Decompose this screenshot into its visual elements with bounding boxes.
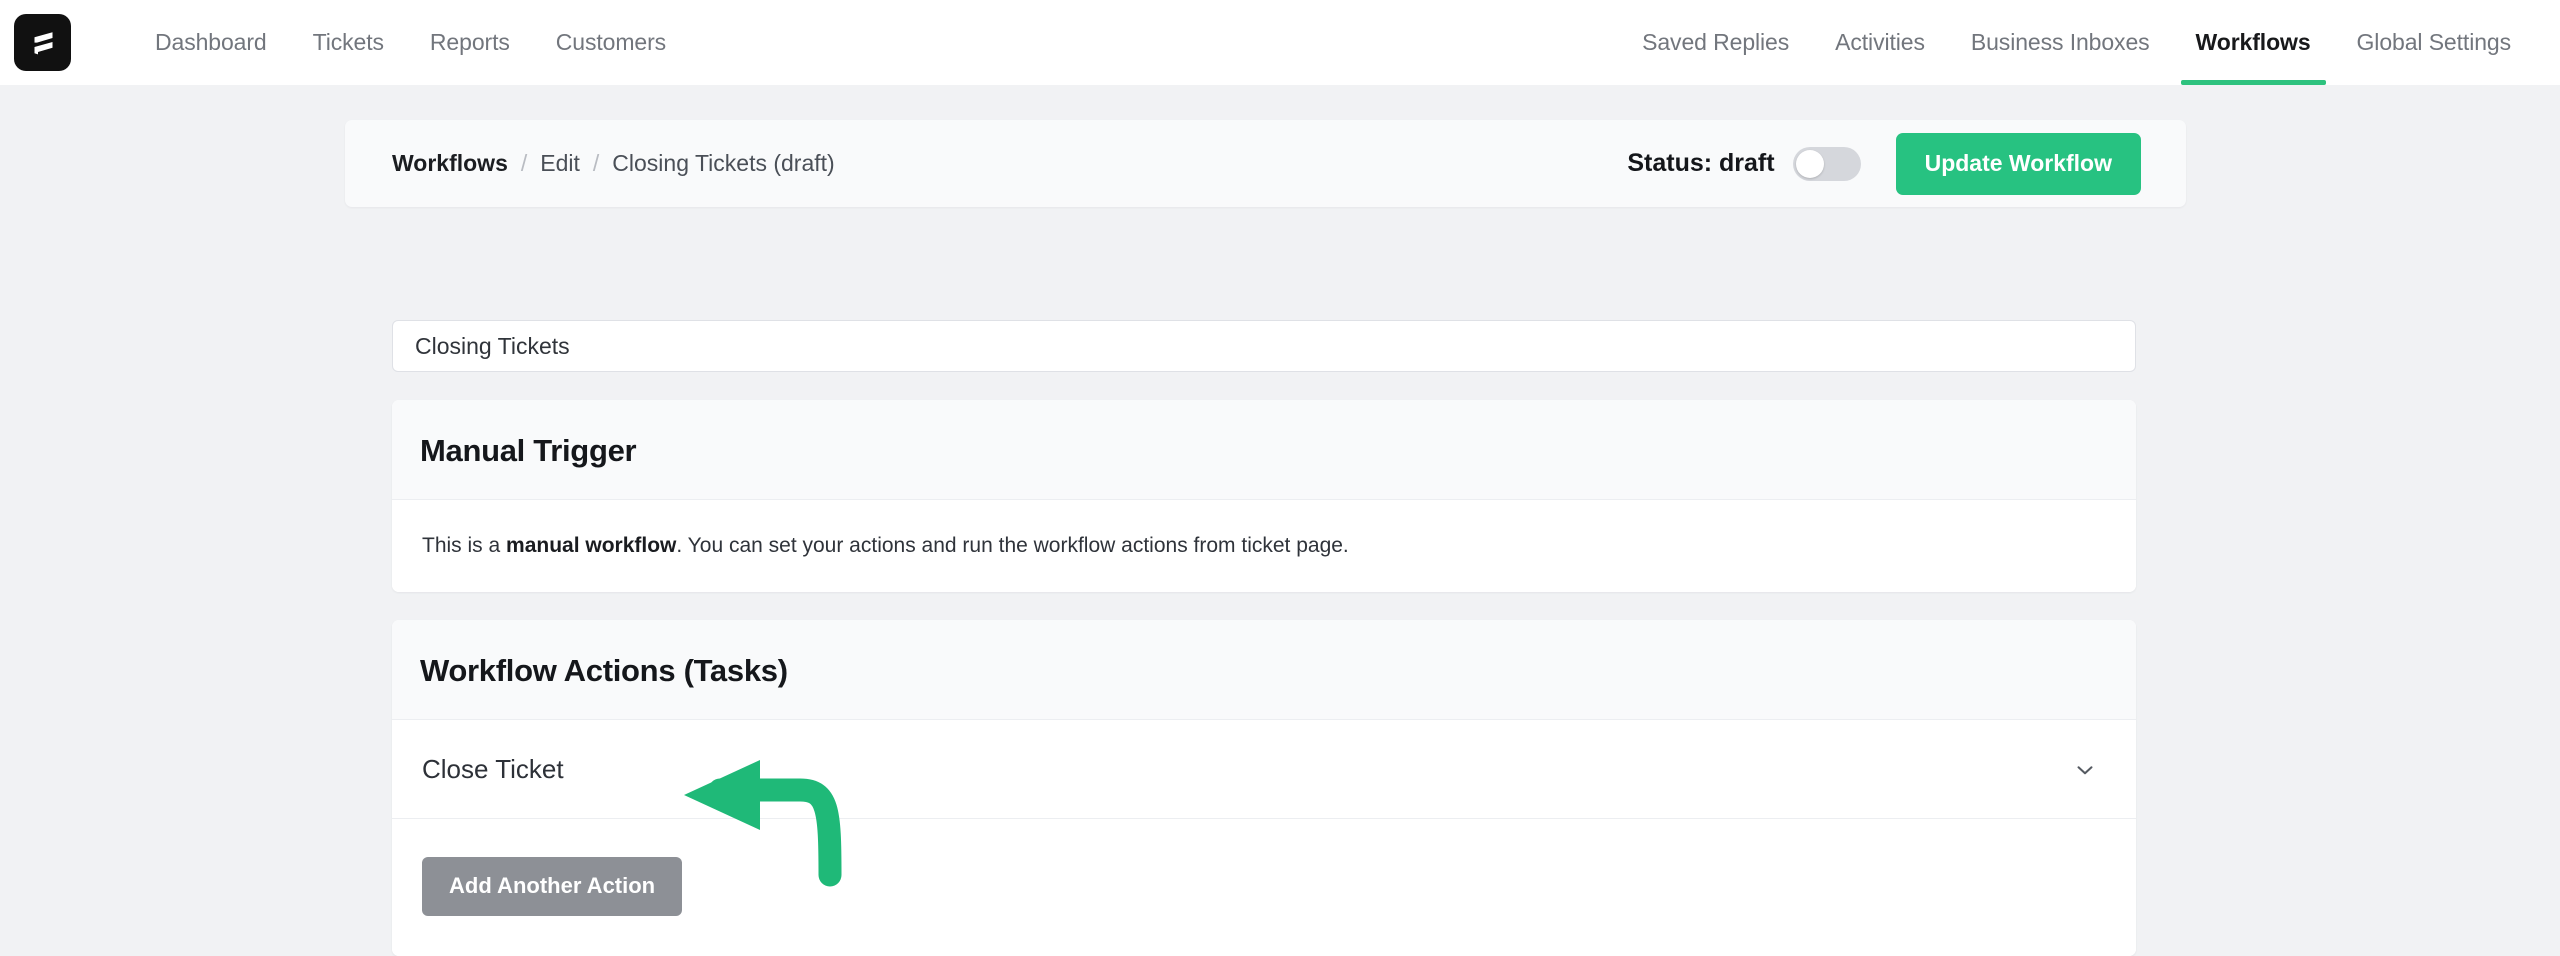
- nav-item-global-settings[interactable]: Global Settings: [2334, 0, 2534, 85]
- nav-label: Dashboard: [155, 29, 267, 55]
- page-content: Workflows / Edit / Closing Tickets (draf…: [0, 85, 2560, 956]
- nav-label: Customers: [555, 29, 667, 55]
- chevron-down-icon[interactable]: [2072, 757, 2098, 783]
- nav-label: Reports: [429, 29, 510, 55]
- workflow-actions-title: Workflow Actions (Tasks): [420, 653, 788, 688]
- primary-nav-group: Dashboard Tickets Reports Customers: [132, 0, 689, 85]
- workflow-actions-footer: Add Another Action: [392, 819, 2136, 956]
- manual-trigger-description: This is a manual workflow. You can set y…: [422, 530, 2106, 562]
- app-logo[interactable]: [14, 14, 71, 71]
- header-actions: Status: draft Update Workflow: [1627, 132, 2141, 195]
- workflow-header-bar: Workflows / Edit / Closing Tickets (draf…: [345, 120, 2186, 207]
- breadcrumb: Workflows / Edit / Closing Tickets (draf…: [392, 150, 835, 177]
- workflow-name-input[interactable]: [392, 320, 2136, 372]
- workflow-actions-card-header: Workflow Actions (Tasks): [392, 620, 2136, 720]
- description-emphasis: manual workflow: [506, 534, 677, 557]
- workflow-actions-card: Workflow Actions (Tasks) Close Ticket Ad…: [392, 620, 2136, 956]
- nav-item-business-inboxes[interactable]: Business Inboxes: [1948, 0, 2173, 85]
- breadcrumb-current: Closing Tickets (draft): [612, 150, 835, 176]
- add-another-action-button[interactable]: Add Another Action: [422, 857, 683, 916]
- nav-label: Business Inboxes: [1970, 29, 2150, 55]
- nav-item-workflows[interactable]: Workflows: [2173, 0, 2334, 85]
- breadcrumb-edit-link[interactable]: Edit: [540, 150, 580, 177]
- nav-item-tickets[interactable]: Tickets: [290, 0, 407, 85]
- nav-label: Activities: [1835, 29, 1925, 55]
- update-workflow-button[interactable]: Update Workflow: [1895, 132, 2141, 195]
- nav-item-dashboard[interactable]: Dashboard: [132, 0, 290, 85]
- manual-trigger-card: Manual Trigger This is a manual workflow…: [392, 400, 2136, 592]
- manual-trigger-card-body: This is a manual workflow. You can set y…: [392, 500, 2136, 592]
- description-part-2: . You can set your actions and run the w…: [676, 534, 1349, 557]
- action-row-close-ticket[interactable]: Close Ticket: [392, 720, 2136, 819]
- breadcrumb-separator: /: [520, 150, 528, 176]
- nav-label: Tickets: [312, 29, 384, 55]
- flowchart-logo-icon: [26, 26, 60, 60]
- top-navigation-bar: Dashboard Tickets Reports Customers Save…: [0, 0, 2560, 85]
- breadcrumb-workflows-link[interactable]: Workflows: [392, 150, 508, 177]
- action-row-label: Close Ticket: [422, 754, 564, 784]
- nav-label: Saved Replies: [1642, 29, 1790, 55]
- nav-item-reports[interactable]: Reports: [407, 0, 533, 85]
- nav-label: Global Settings: [2356, 29, 2512, 55]
- breadcrumb-separator: /: [592, 150, 600, 176]
- nav-item-activities[interactable]: Activities: [1812, 0, 1948, 85]
- nav-item-saved-replies[interactable]: Saved Replies: [1619, 0, 1812, 85]
- toggle-knob: [1795, 149, 1824, 178]
- status-badge: Status: draft: [1627, 149, 1775, 177]
- description-part-1: This is a: [422, 534, 507, 557]
- manual-trigger-title: Manual Trigger: [420, 433, 637, 468]
- manual-trigger-card-header: Manual Trigger: [392, 400, 2136, 500]
- status-toggle[interactable]: [1792, 146, 1861, 181]
- secondary-nav-group: Saved Replies Activities Business Inboxe…: [1619, 0, 2534, 85]
- nav-item-customers[interactable]: Customers: [533, 0, 689, 85]
- nav-label: Workflows: [2195, 29, 2311, 55]
